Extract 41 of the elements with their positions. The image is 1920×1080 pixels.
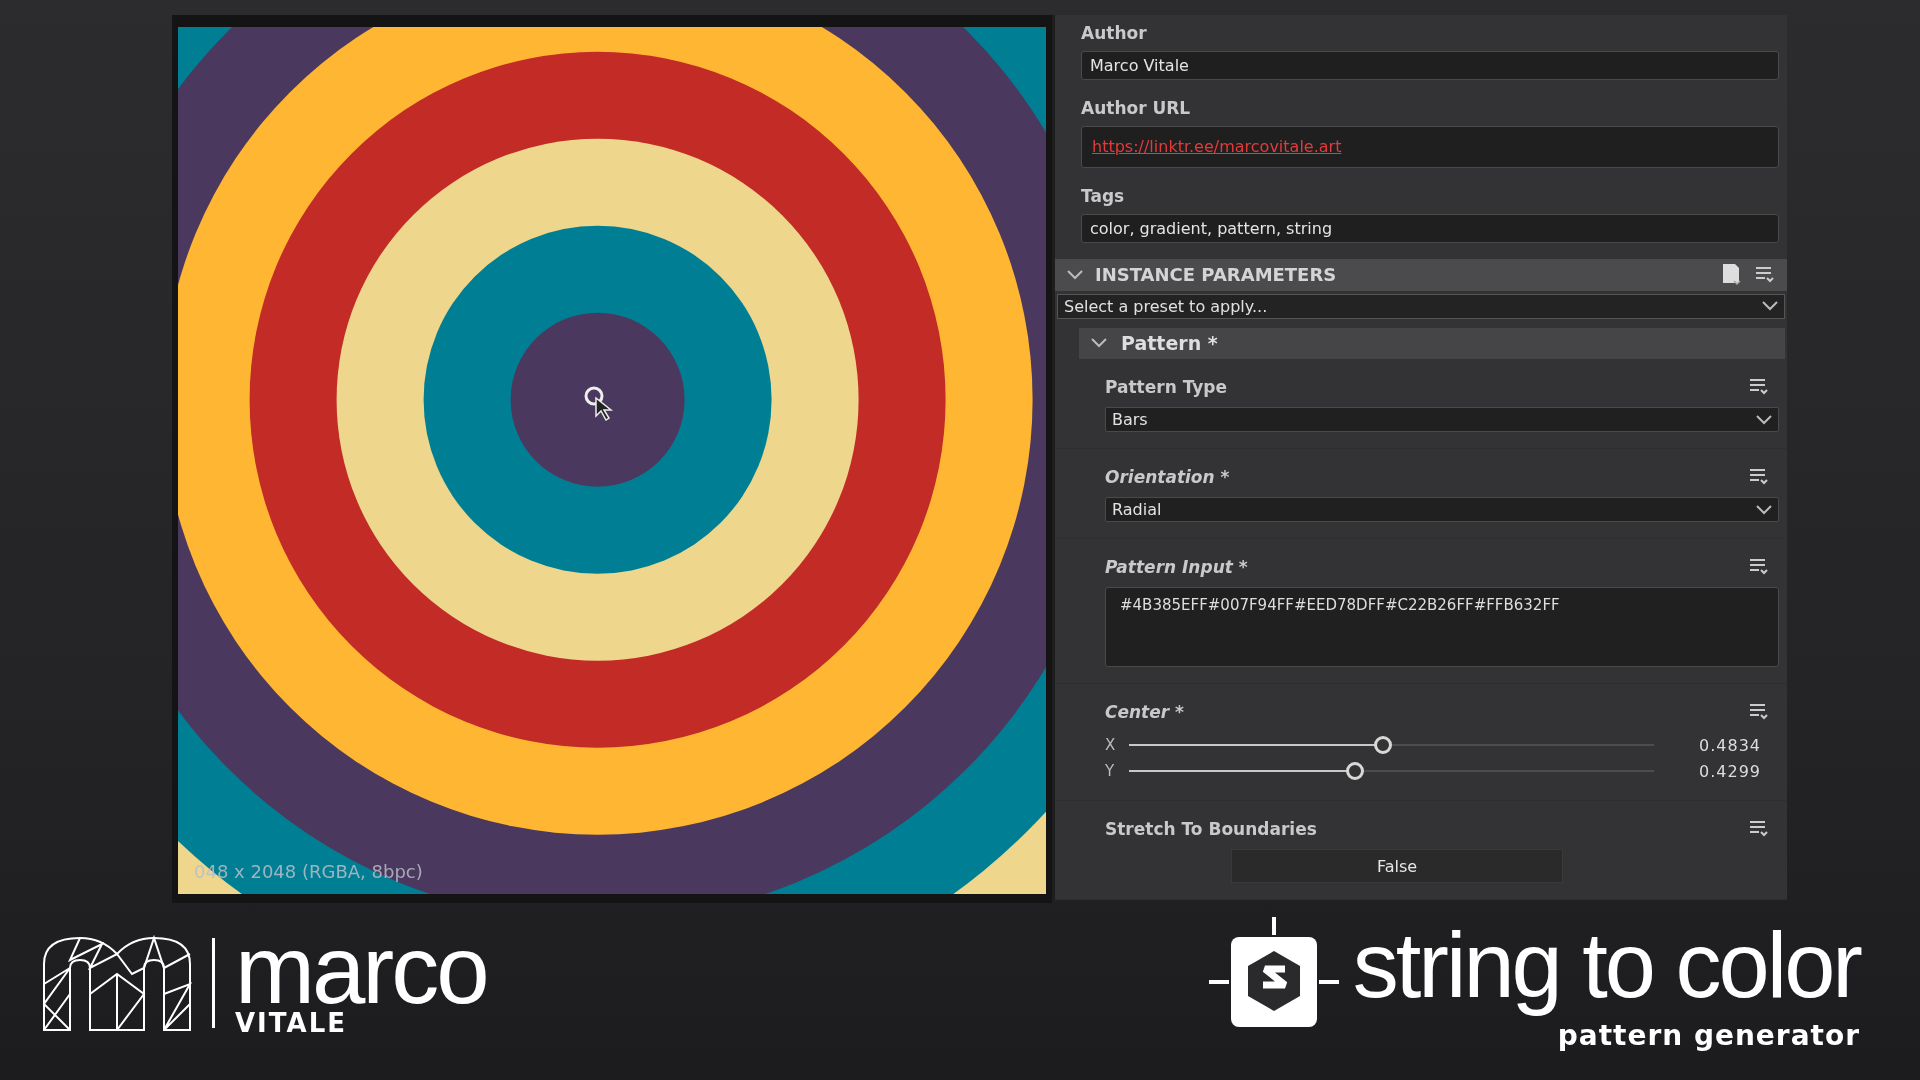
text-field[interactable]: Marco Vitale: [1081, 51, 1779, 80]
url-link[interactable]: https://linktr.ee/marcovitale.art: [1092, 137, 1342, 156]
preset-icon[interactable]: [1721, 262, 1743, 287]
menu-icon[interactable]: [1749, 703, 1769, 721]
slider-value: 0.4834: [1699, 735, 1761, 755]
brand-name: marco: [235, 928, 487, 1011]
parameter-label: Orientation *: [1105, 467, 1230, 487]
menu-icon[interactable]: [1749, 558, 1769, 576]
menu-icon[interactable]: [1749, 378, 1769, 396]
brand-surname: VITALE: [235, 1010, 348, 1037]
text-field[interactable]: color, gradient, pattern, string: [1081, 214, 1779, 243]
section-title: INSTANCE PARAMETERS: [1095, 264, 1338, 286]
parameter-label: Pattern Type: [1105, 377, 1228, 397]
property-label: Author URL: [1081, 98, 1192, 118]
axis-label: Y: [1105, 762, 1115, 780]
group-header[interactable]: Pattern *: [1079, 327, 1785, 359]
product-title: string to color: [1352, 913, 1860, 1019]
parameter-label: Stretch To Boundaries: [1105, 819, 1317, 839]
preset-dropdown[interactable]: Select a preset to apply...: [1057, 293, 1785, 319]
toggle-button[interactable]: False: [1231, 849, 1563, 883]
text-area[interactable]: #4B385EFF#007F94FF#EED78DFF#C22B26FF#FFB632FF: [1105, 587, 1779, 667]
menu-icon[interactable]: [1749, 820, 1769, 838]
parameter-label: Pattern Input *: [1105, 557, 1248, 577]
group-title: Pattern *: [1121, 332, 1218, 355]
chevron-icon: [1756, 414, 1772, 425]
property-label: Tags: [1081, 186, 1126, 206]
menu-icon[interactable]: [1749, 468, 1769, 486]
parameter-label: Center *: [1105, 702, 1184, 722]
slider-thumb[interactable]: [1373, 736, 1392, 754]
chevron-icon: [1762, 301, 1778, 311]
axis-label: X: [1105, 736, 1115, 754]
menu-icon[interactable]: [1755, 265, 1775, 284]
dropdown[interactable]: Radial: [1105, 497, 1779, 522]
slider-value: 0.4299: [1699, 761, 1761, 781]
chevron-icon: [1756, 504, 1772, 515]
dropdown[interactable]: Bars: [1105, 407, 1779, 432]
product-subtitle: pattern generator: [1557, 1018, 1860, 1052]
text-field[interactable]: https://linktr.ee/marcovitale.art: [1081, 126, 1779, 168]
slider-thumb[interactable]: [1345, 762, 1364, 780]
property-label: Author: [1081, 23, 1148, 43]
section-header[interactable]: INSTANCE PARAMETERS: [1055, 259, 1787, 291]
